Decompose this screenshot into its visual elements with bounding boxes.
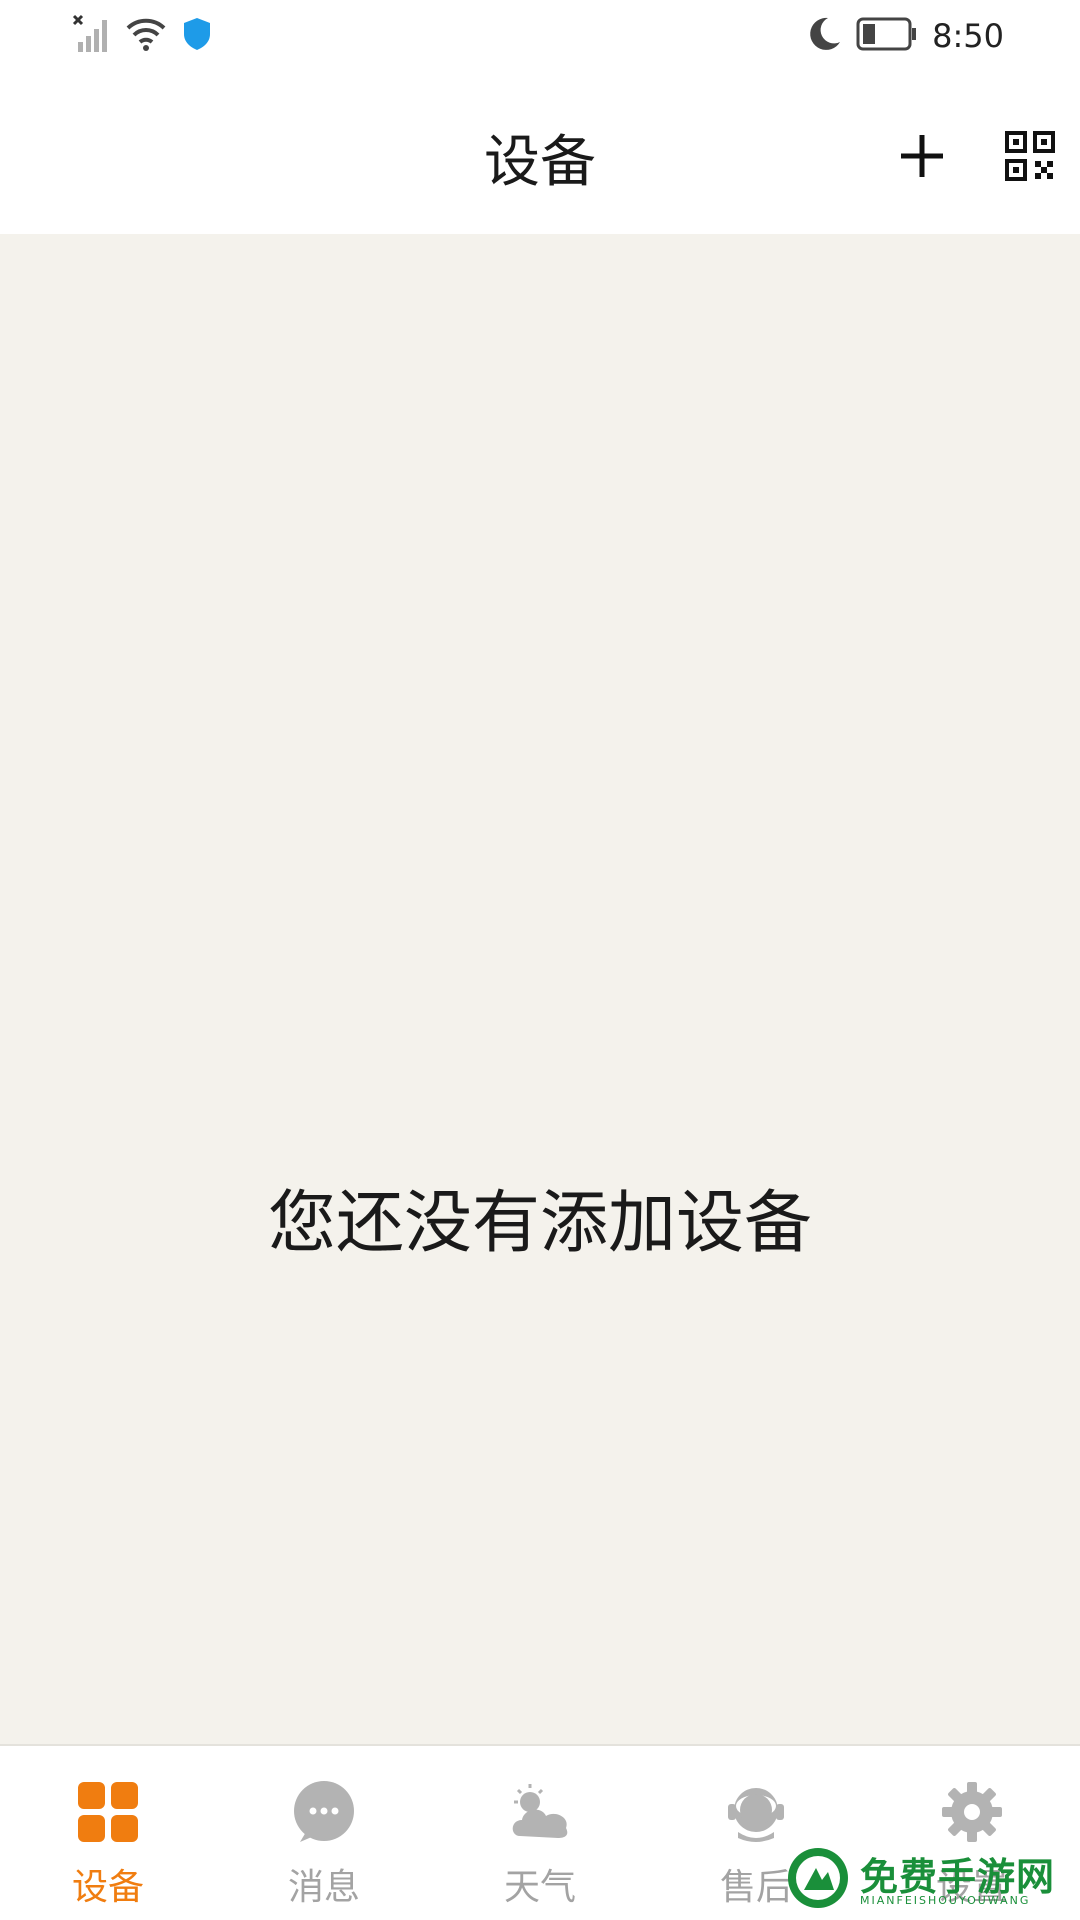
- message-bubble-icon: [294, 1781, 354, 1842]
- battery-icon: [856, 16, 918, 56]
- app-screen: 8:50 设备 您还没有添加设备 设备 消息 天气 售后 设置 免费手游网 MI…: [0, 0, 1080, 1920]
- status-bar: 8:50: [0, 0, 1080, 74]
- qr-code-icon: [1005, 131, 1055, 181]
- add-icon: [901, 135, 943, 177]
- watermark-logo-icon: [788, 1848, 848, 1908]
- moon-icon: [806, 14, 842, 58]
- nav-label-messages: 消息: [287, 1867, 360, 1908]
- signal-off-icon: [72, 14, 112, 58]
- devices-grid-icon: [78, 1782, 138, 1842]
- nav-label-weather: 天气: [503, 1867, 576, 1908]
- nav-label-devices: 设备: [71, 1867, 144, 1908]
- watermark-subtext: MIANFEISHOUYOUWANG: [860, 1894, 1031, 1907]
- main-content: 您还没有添加设备: [0, 234, 1080, 1744]
- add-device-button[interactable]: [890, 124, 954, 188]
- nav-item-devices[interactable]: 设备: [0, 1746, 216, 1920]
- status-time: 8:50: [932, 17, 1004, 55]
- app-header: 设备: [0, 74, 1080, 234]
- wifi-icon: [124, 14, 168, 58]
- status-bar-left: [72, 14, 226, 58]
- watermark: 免费手游网 MIANFEISHOUYOUWANG: [786, 1846, 1076, 1920]
- gear-icon: [942, 1782, 1002, 1842]
- nav-item-weather[interactable]: 天气: [432, 1746, 648, 1920]
- shield-icon: [180, 14, 214, 58]
- status-bar-right: 8:50: [792, 14, 1004, 58]
- support-headset-icon: [728, 1788, 784, 1842]
- watermark-text: 免费手游网: [860, 1855, 1056, 1899]
- nav-item-messages[interactable]: 消息: [216, 1746, 432, 1920]
- weather-icon: [512, 1784, 568, 1838]
- scan-qr-button[interactable]: [998, 124, 1062, 188]
- empty-state-message: 您还没有添加设备: [267, 1184, 812, 1263]
